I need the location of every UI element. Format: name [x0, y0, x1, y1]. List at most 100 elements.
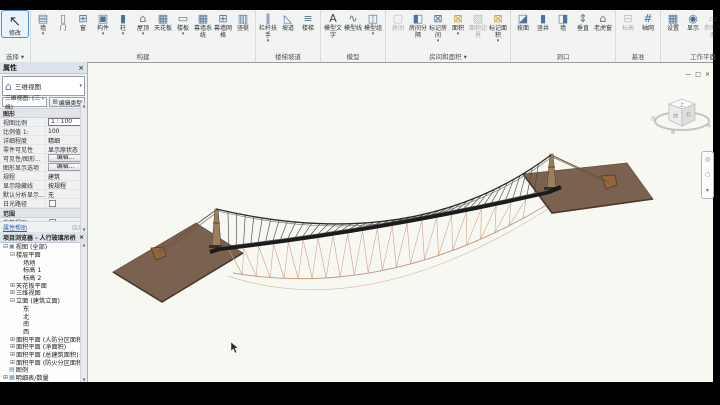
ribbon-button-ramp[interactable]: ◺坡道: [278, 11, 298, 32]
ribbon-button-dormer[interactable]: ⌂老虎窗: [593, 11, 613, 32]
collapse-icon[interactable]: ⊟: [2, 243, 9, 250]
ribbon-button-label: 参照平面: [703, 25, 720, 39]
3d-viewport[interactable]: 上 前 右 西 南 东 — □ × ◎ ○ ▾: [88, 62, 713, 382]
bridge-tower-left[interactable]: [212, 209, 221, 246]
viewcube[interactable]: 上 前 右 西 南 东: [651, 99, 711, 135]
collapse-icon[interactable]: ⊟: [9, 251, 16, 258]
properties-scrollbar[interactable]: ▲▼: [80, 103, 87, 232]
chevron-down-icon: ▾: [437, 39, 440, 43]
ribbon-button-curtain-grid[interactable]: ⊞幕墙网格: [213, 11, 233, 39]
ribbon-button-room-separator[interactable]: ◧房间分隔: [408, 11, 428, 39]
tree-item[interactable]: ⊟楼层平面: [0, 251, 87, 259]
ribbon-button-wall-opening[interactable]: ◨墙: [553, 11, 573, 32]
collapse-icon[interactable]: ⊟: [9, 297, 16, 304]
ribbon-button-shaft[interactable]: ▮竖井: [533, 11, 553, 32]
ribbon-button-column[interactable]: ▮柱▾: [113, 11, 133, 36]
tree-item[interactable]: 东: [0, 305, 87, 313]
ribbon-button-tag-area[interactable]: ⊠标记面积▾: [488, 11, 508, 43]
expand-icon[interactable]: ⊞: [2, 374, 9, 381]
by-face-icon: ◪: [518, 12, 528, 25]
ribbon-button-modify[interactable]: ↖修改: [2, 11, 28, 37]
property-label: 日光路径: [0, 199, 46, 208]
expand-icon[interactable]: ⊞: [9, 289, 16, 296]
edit-button[interactable]: 编辑...: [48, 163, 81, 171]
ceiling-icon: ▦: [158, 12, 168, 25]
ribbon-button-door[interactable]: ▯门: [53, 11, 73, 32]
chevron-down-icon: ▾: [122, 32, 125, 36]
chevron-down-icon: ▾: [42, 32, 45, 36]
view-restore-icon[interactable]: □: [695, 71, 701, 78]
ribbon-button-model-text[interactable]: A模型文字: [323, 11, 343, 39]
ribbon-button-mullion[interactable]: ▥竖梃: [233, 11, 253, 32]
properties-help-link[interactable]: 属性帮助: [3, 223, 27, 232]
ribbon-button-vertical-opening[interactable]: ⇕垂直: [573, 11, 593, 32]
bridge-tower-right[interactable]: [547, 154, 556, 188]
tree-item[interactable]: 南: [0, 320, 87, 328]
main-cable[interactable]: [216, 155, 551, 224]
ribbon-button-label: 幕墙网格: [213, 25, 233, 39]
property-section-header[interactable]: 图形^: [0, 108, 87, 118]
tree-item[interactable]: ⊟立面 (建筑立面): [0, 297, 87, 305]
terrain-plane-left[interactable]: [113, 223, 243, 302]
tree-item[interactable]: 北: [0, 312, 87, 320]
navigation-bar[interactable]: ◎ ○ ▾: [701, 151, 714, 199]
ribbon-button-label: 显示: [687, 25, 699, 32]
ribbon-button-component[interactable]: ▣构件▾: [93, 11, 113, 36]
ribbon-group-label-room-area[interactable]: 房间和面积 ▾: [388, 52, 508, 62]
expand-icon[interactable]: ⊞: [9, 282, 16, 289]
ribbon-button-curtain-system[interactable]: ▦幕墙系统: [193, 11, 213, 39]
ribbon-button-stair[interactable]: ≡楼梯: [298, 11, 318, 32]
ribbon-button-ref-plane[interactable]: ▱参照平面: [703, 11, 720, 39]
chevron-down-icon: ▾: [497, 39, 500, 43]
ribbon-button-window[interactable]: ⊞窗: [73, 11, 93, 32]
project-browser-close-icon[interactable]: ×: [79, 234, 84, 241]
expand-icon[interactable]: ⊞: [9, 336, 16, 343]
zoom-icon[interactable]: ○: [705, 171, 710, 178]
ribbon-button-floor[interactable]: ▭楼板▾: [173, 11, 193, 36]
ribbon-button-model-line[interactable]: ∿模型线: [343, 11, 363, 32]
ribbon-button-by-face[interactable]: ◪按面: [513, 11, 533, 32]
tree-item[interactable]: 场地: [0, 258, 87, 266]
window-icon: ⊞: [78, 12, 87, 25]
steering-wheel-icon[interactable]: ◎: [705, 156, 710, 163]
bridge-deck[interactable]: [210, 187, 561, 252]
ribbon-button-set-workplane[interactable]: ▦设置: [663, 11, 683, 32]
ribbon-button-grid[interactable]: #轴网: [638, 11, 658, 32]
ribbon-button-ceiling[interactable]: ▦天花板: [153, 11, 173, 32]
ribbon-button-area[interactable]: ⊠面积▾: [448, 11, 468, 36]
chevron-down-icon: ▾: [182, 32, 185, 36]
tree-item[interactable]: ⊟▣视图 (全部): [0, 243, 87, 251]
view-selector-dropdown[interactable]: 三维视图: (三维) ˅: [2, 97, 47, 107]
ribbon-button-tag-room[interactable]: ⊠标记房间▾: [428, 11, 448, 43]
tree-item[interactable]: 标高 1: [0, 266, 87, 274]
property-checkbox[interactable]: [49, 200, 56, 207]
ribbon-button-room[interactable]: ▢房间: [388, 11, 408, 32]
ribbon-button-area-boundary[interactable]: ▨面积边界: [468, 11, 488, 39]
ribbon-group-label-datum: 基准: [618, 52, 658, 62]
model-line-icon: ∿: [348, 12, 357, 25]
section-label: 图形: [3, 109, 15, 118]
expand-icon[interactable]: ⊞: [9, 343, 16, 350]
ribbon-button-wall[interactable]: ▤墙▾: [33, 11, 53, 36]
navbar-more-icon[interactable]: ▾: [706, 187, 709, 194]
ribbon-button-label: 按面: [517, 25, 529, 32]
ribbon-button-show-workplane[interactable]: ◉显示: [683, 11, 703, 32]
tree-item[interactable]: ⊞面积平面 (防火分区面积): [0, 358, 87, 366]
ribbon-button-railing[interactable]: ∥栏杆扶手▾: [258, 11, 278, 43]
property-section-header[interactable]: 范围^: [0, 208, 87, 218]
ribbon-group-label-select[interactable]: 选择 ▾: [2, 52, 28, 62]
expand-icon[interactable]: ⊞: [9, 351, 16, 358]
project-browser-scrollbar[interactable]: ▲▼: [80, 242, 87, 382]
edit-button[interactable]: 编辑...: [48, 154, 81, 162]
terrain-plane-right[interactable]: [523, 163, 653, 213]
ribbon-button-roof[interactable]: ⌂屋顶▾: [133, 11, 153, 36]
properties-close-icon[interactable]: ×: [78, 64, 84, 72]
view-minimize-icon[interactable]: —: [685, 71, 691, 78]
ribbon-button-model-group[interactable]: ◫模型组▾: [363, 11, 383, 36]
view-close-icon[interactable]: ×: [705, 71, 710, 78]
ribbon-button-label: 墙: [560, 25, 566, 32]
ribbon-button-level[interactable]: ⊟标高: [618, 11, 638, 32]
tree-item[interactable]: ⊞天花板平面: [0, 281, 87, 289]
tree-item[interactable]: ▢图纸 (全部): [0, 381, 87, 382]
ribbon-button-label: 幕墙系统: [193, 25, 213, 39]
